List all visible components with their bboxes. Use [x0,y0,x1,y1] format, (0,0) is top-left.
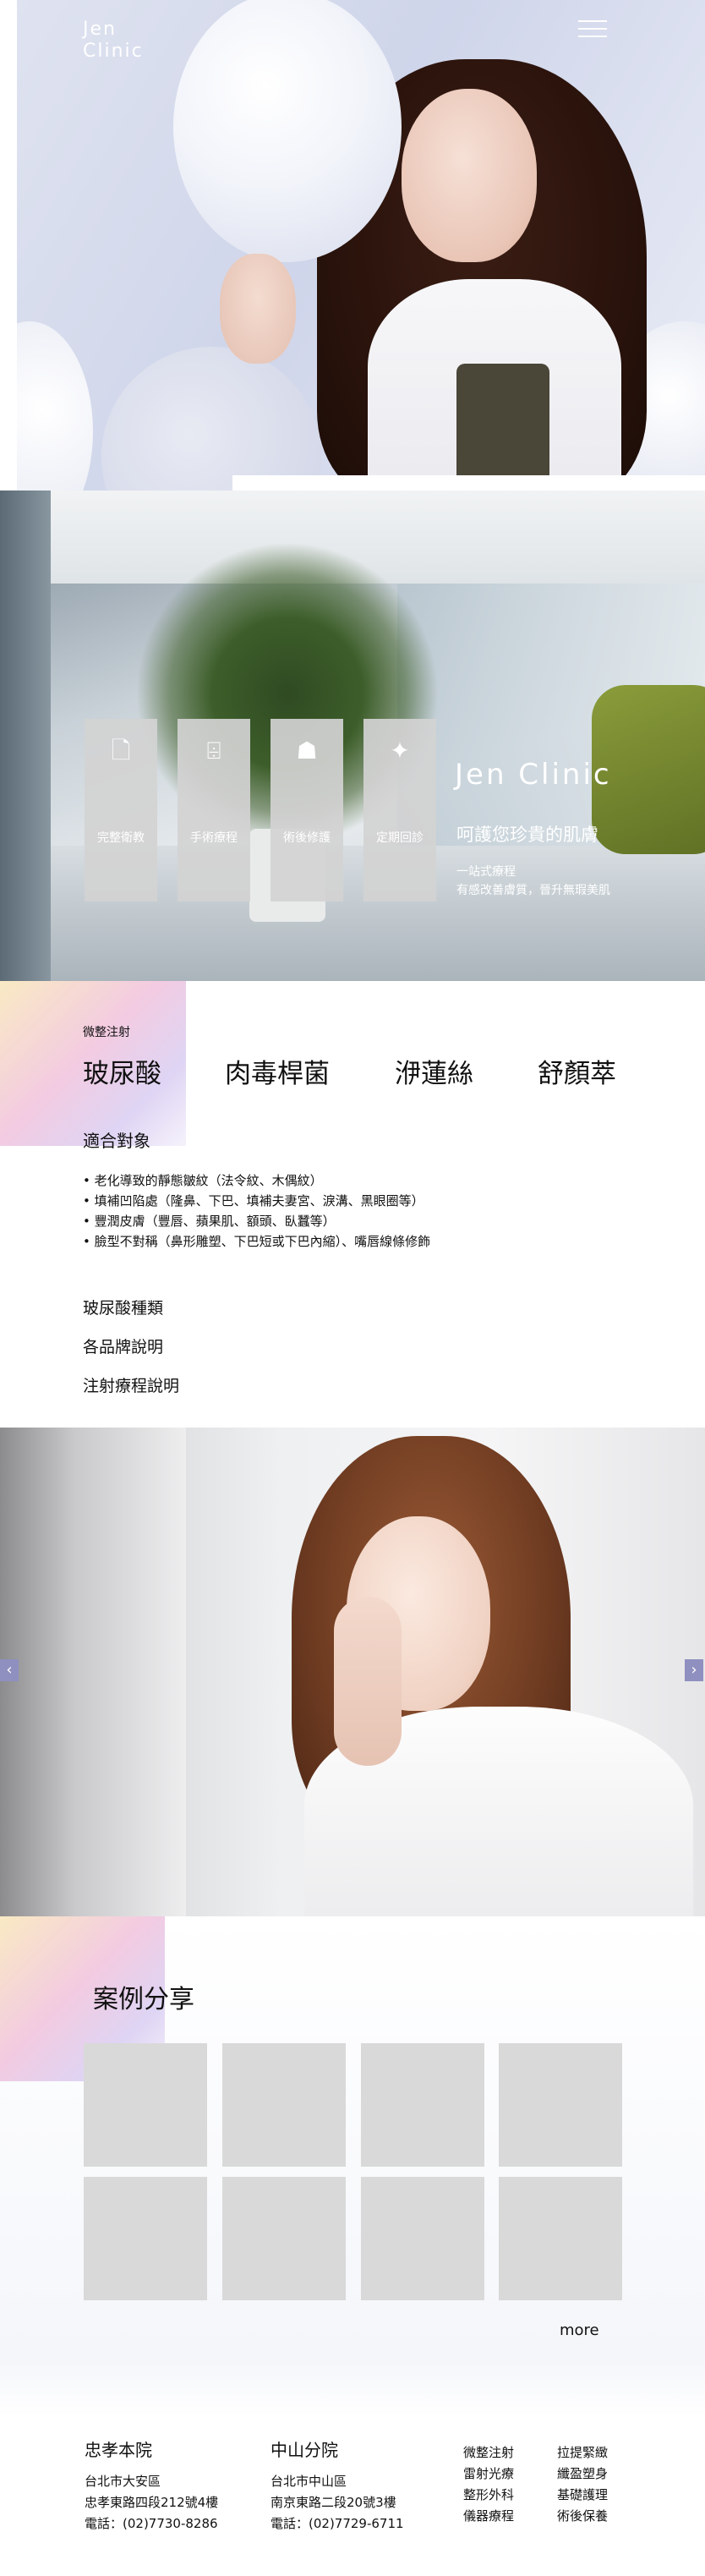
list-item: 臉型不對稱（鼻形雕塑、下巴短或下巴內縮）、嘴唇線條修飾 [83,1231,431,1252]
link-filler-types[interactable]: 玻尿酸種類 [83,1297,163,1319]
service-label: 術後修護 [283,831,331,845]
clinic-description: 一站式療程 有感改善膚質，晉升無瑕美肌 [456,863,610,900]
document-icon: 🗋 [111,737,131,765]
list-item: 老化導致的靜態皺紋（法令紋、木偶紋） [83,1170,430,1191]
hero-bottom-strip [232,475,705,491]
case-thumbnail[interactable] [499,2043,622,2167]
case-thumbnail[interactable] [361,2043,484,2167]
more-link[interactable]: more [560,2321,599,2340]
service-card-aftercare[interactable]: ☗ 術後修護 [271,719,343,902]
syringe-icon: ⌹ [206,737,221,765]
footer-links-col-1: 微整注射 雷射光療 整形外科 儀器療程 [463,2442,514,2527]
carousel-prev-button[interactable]: ‹ [0,1659,19,1681]
iv-bag-icon: ☗ [296,737,318,765]
clinic-subtitle: 呵護您珍貴的肌膚 [456,825,598,845]
branch-phone[interactable]: 電話：(02)7729-6711 [271,2513,404,2535]
branch-name: 中山分院 [271,2440,338,2460]
case-thumbnail[interactable] [84,2177,207,2300]
footer-link-aftercare[interactable]: 術後保養 [557,2506,608,2527]
balloon-image [173,0,402,262]
logo-line-2: Clinic [83,41,144,62]
footer-link-body-sculpting[interactable]: 纖盈塑身 [557,2464,608,2485]
branch-name: 忠孝本院 [85,2440,152,2460]
fit-title: 適合對象 [83,1131,150,1151]
list-item: 豐潤皮膚（豐唇、蘋果肌、額頭、臥蠶等） [83,1211,430,1231]
hamburger-menu-icon[interactable] [578,19,607,39]
tab-sculptra[interactable]: 舒顏萃 [538,1057,616,1091]
balloon-image [101,347,321,491]
footer-links-col-2: 拉提緊緻 纖盈塑身 基礎護理 術後保養 [557,2442,608,2527]
tab-ellanse[interactable]: 洢蓮絲 [395,1057,473,1091]
footer-link-device[interactable]: 儀器療程 [463,2506,514,2527]
section-category: 微整注射 [83,1026,130,1039]
tab-hyaluronic-acid[interactable]: 玻尿酸 [83,1057,161,1091]
model-overall [456,364,549,491]
sparkle-icon: ✦ [390,737,410,765]
footer-link-laser[interactable]: 雷射光療 [463,2464,514,2485]
chevron-right-icon: › [691,1661,697,1679]
model-hand [220,254,296,364]
logo-line-1: Jen [83,19,117,40]
clinic-title: Jen Clinic [455,758,612,792]
chevron-left-icon: ‹ [6,1661,13,1679]
link-treatment-info[interactable]: 注射療程說明 [83,1375,179,1397]
case-thumbnail[interactable] [222,2043,346,2167]
hero-banner [17,0,705,491]
link-brand-info[interactable]: 各品牌說明 [83,1336,163,1358]
service-card-followup[interactable]: ✦ 定期回診 [363,719,436,902]
branch-district: 台北市大安區 [85,2474,161,2489]
footer-link-lifting[interactable]: 拉提緊緻 [557,2442,608,2464]
service-label: 完整衛教 [97,831,145,845]
balloon-image [17,321,93,491]
branch-district: 台北市中山區 [271,2474,347,2489]
list-item: 填補凹陷處（隆鼻、下巴、填補夫妻宮、淚溝、黑眼圈等） [83,1191,430,1211]
service-label: 手術療程 [190,831,238,845]
footer-link-plastic-surgery[interactable]: 整形外科 [463,2485,514,2506]
footer-link-injection[interactable]: 微整注射 [463,2442,514,2464]
image-carousel [0,1428,705,1916]
service-card-surgery[interactable]: ⌹ 手術療程 [178,719,250,902]
case-thumbnail[interactable] [222,2177,346,2300]
left-wall [0,491,51,981]
case-thumbnail[interactable] [499,2177,622,2300]
service-label: 定期回診 [376,831,424,845]
curtain-image [0,1428,186,1916]
branch-zhongshan: 中山分院 台北市中山區 南京東路二段20號3樓 電話：(02)7729-6711 [271,2439,404,2535]
branch-zhongxiao: 忠孝本院 台北市大安區 忠孝東路四段212號4樓 電話：(02)7730-828… [85,2439,218,2535]
case-thumbnail[interactable] [84,2043,207,2167]
model-face [402,89,537,262]
clinic-desc-line-2: 有感改善膚質，晉升無瑕美肌 [456,884,610,897]
tab-botox[interactable]: 肉毒桿菌 [225,1057,330,1091]
service-card-education[interactable]: 🗋 完整衛教 [85,719,157,902]
model-arm [334,1597,402,1766]
footer-link-basic-care[interactable]: 基礎護理 [557,2485,608,2506]
branch-address: 忠孝東路四段212號4樓 [85,2495,219,2510]
site-logo[interactable]: Jen Clinic [83,19,144,63]
branch-phone[interactable]: 電話：(02)7730-8286 [85,2513,218,2535]
branch-address: 南京東路二段20號3樓 [271,2495,396,2510]
clinic-desc-line-1: 一站式療程 [456,865,516,879]
carousel-next-button[interactable]: › [685,1659,703,1681]
case-thumbnail[interactable] [361,2177,484,2300]
fit-list: 老化導致的靜態皺紋（法令紋、木偶紋） 填補凹陷處（隆鼻、下巴、填補夫妻宮、淚溝、… [83,1170,431,1252]
cases-title: 案例分享 [93,1985,194,2014]
